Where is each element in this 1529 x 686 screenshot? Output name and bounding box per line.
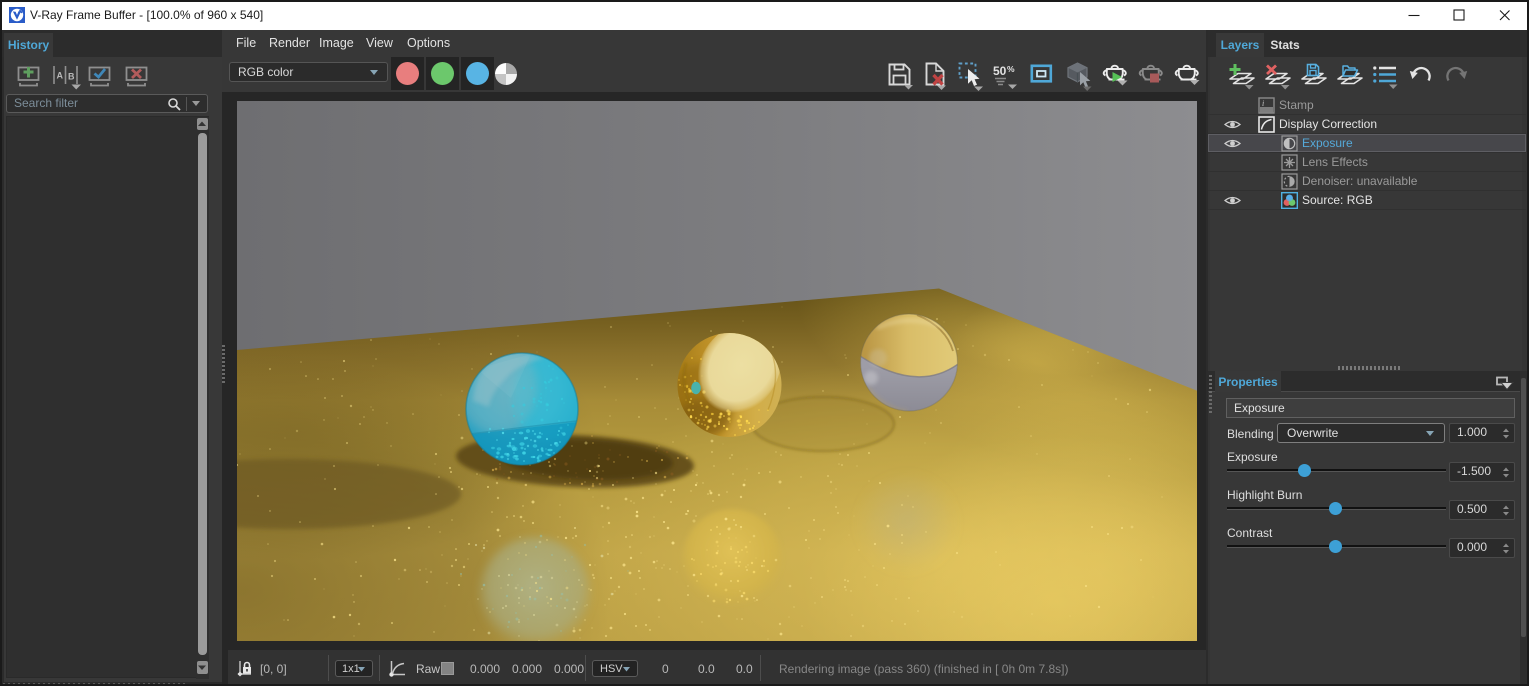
svg-text:50: 50: [993, 64, 1007, 78]
svg-text:B: B: [68, 72, 75, 82]
svg-text:A: A: [57, 71, 64, 81]
svg-text:%: %: [1007, 64, 1015, 74]
svg-text:i: i: [1262, 99, 1264, 108]
